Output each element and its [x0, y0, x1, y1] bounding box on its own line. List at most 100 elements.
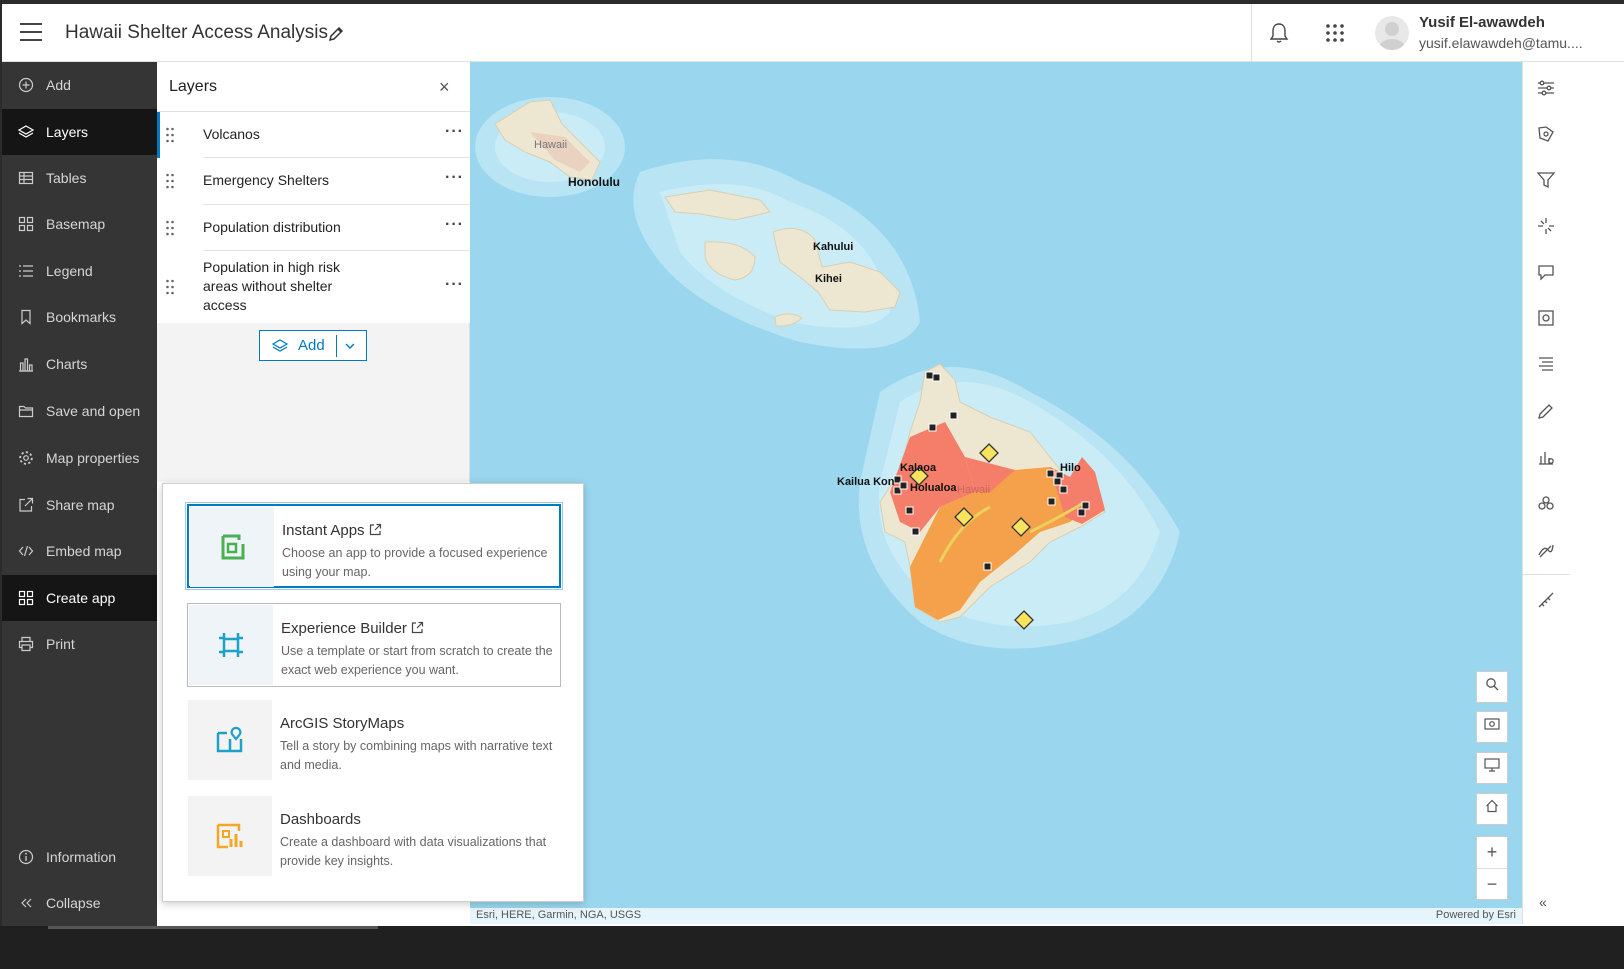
more-options-icon[interactable]: ···	[445, 123, 464, 141]
map-view[interactable]: Hawaii Honolulu Kahului Kihei Hilo Kailu…	[470, 62, 1522, 924]
sidebar-item-tables[interactable]: Tables	[2, 155, 157, 201]
print-icon	[18, 636, 34, 652]
drag-handle-icon[interactable]	[165, 127, 175, 143]
map-search-button[interactable]	[1476, 671, 1508, 703]
sidebar-item-label: Map properties	[46, 450, 140, 466]
user-avatar[interactable]	[1375, 16, 1409, 50]
layer-item-population-high-risk[interactable]: Population in high risk areas without sh…	[157, 251, 470, 323]
zoom-in-button[interactable]: +	[1477, 837, 1507, 868]
sidebar-item-add[interactable]: Add	[2, 62, 157, 108]
more-options-icon[interactable]: ···	[445, 169, 464, 187]
styles-icon[interactable]	[1536, 124, 1556, 144]
sidebar-item-label: Basemap	[46, 216, 106, 232]
card-title-text: Instant Apps	[282, 522, 365, 539]
card-title: ArcGIS StoryMaps	[280, 715, 405, 732]
layers-panel: Layers × Volcanos ··· Emergency Shelters…	[157, 62, 470, 482]
layer-name: Population in high risk areas without sh…	[203, 259, 340, 313]
sidebar-item-label: Information	[46, 849, 117, 865]
layer-name: Population distribution	[203, 219, 341, 235]
plus-circle-icon	[18, 77, 34, 93]
sidebar-item-create-app[interactable]: Create app	[2, 575, 157, 621]
map-label-hawaii-oahu: Hawaii	[534, 139, 567, 151]
sidebar: Add Layers Tables Basemap Legend Bookmar…	[2, 62, 157, 959]
app-header: Hawaii Shelter Access Analysis Yusif El-…	[2, 4, 1624, 62]
analysis-chart-icon[interactable]	[1536, 447, 1556, 467]
map-attribution: Esri, HERE, Garmin, NGA, USGS Powered by…	[470, 908, 1522, 924]
measure-icon[interactable]	[1536, 590, 1556, 610]
card-arcgis-storymaps[interactable]: ArcGIS StoryMaps Tell a story by combini…	[187, 699, 561, 783]
map-label-kalaoa: Kalaoa	[900, 462, 937, 474]
sidebar-collapse[interactable]: Collapse	[2, 880, 157, 926]
expand-toolbar-icon[interactable]: «	[1539, 894, 1547, 910]
sidebar-item-label: Embed map	[46, 543, 122, 559]
double-chevron-left-icon	[21, 898, 32, 908]
layer-item-population-distribution[interactable]: Population distribution ···	[157, 205, 470, 251]
table-icon	[18, 171, 34, 185]
sidebar-item-label: Tables	[46, 170, 87, 186]
layer-name: Emergency Shelters	[203, 172, 330, 188]
cluster-icon[interactable]	[1536, 494, 1556, 514]
code-icon	[18, 545, 34, 557]
map-print-preview-button[interactable]	[1476, 711, 1508, 743]
sidebar-item-label: Print	[46, 636, 75, 652]
effects-icon[interactable]	[1536, 216, 1556, 236]
labels-icon[interactable]	[1536, 354, 1556, 374]
sidebar-item-save-and-open[interactable]: Save and open	[2, 388, 157, 434]
map-home-button[interactable]	[1476, 793, 1508, 825]
layer-item-volcanos[interactable]: Volcanos ···	[157, 112, 470, 158]
sidebar-item-label: Share map	[46, 497, 115, 513]
sketch-icon[interactable]	[1536, 540, 1556, 560]
card-instant-apps[interactable]: Instant Apps Choose an app to provide a …	[185, 502, 563, 590]
map-label-kahului: Kahului	[813, 241, 853, 253]
taskbar-highlight	[48, 926, 378, 929]
layers-icon	[18, 125, 34, 138]
notification-bell-icon[interactable]	[1269, 22, 1289, 44]
close-icon[interactable]: ×	[439, 77, 450, 98]
map-title: Hawaii Shelter Access Analysis	[65, 22, 328, 43]
card-title: Experience Builder	[281, 620, 424, 637]
layers-panel-title: Layers	[169, 78, 218, 95]
sidebar-item-legend[interactable]: Legend	[2, 248, 157, 294]
drag-handle-icon[interactable]	[165, 220, 175, 236]
more-options-icon[interactable]: ···	[445, 216, 464, 234]
os-taskbar	[0, 926, 1624, 969]
sidebar-item-charts[interactable]: Charts	[2, 341, 157, 387]
menu-icon[interactable]	[20, 23, 42, 41]
sidebar-item-basemap[interactable]: Basemap	[2, 201, 157, 247]
map-fullscreen-button[interactable]	[1476, 752, 1508, 784]
info-icon	[18, 849, 34, 865]
sidebar-item-print[interactable]: Print	[2, 621, 157, 667]
add-layer-button[interactable]: Add	[259, 330, 367, 361]
sidebar-item-share-map[interactable]: Share map	[2, 482, 157, 528]
edit-icon[interactable]	[1536, 401, 1556, 421]
edit-title-icon[interactable]	[328, 26, 344, 42]
popups-icon[interactable]	[1536, 262, 1556, 282]
sidebar-item-layers[interactable]: Layers	[2, 109, 157, 155]
powered-by-esri[interactable]: Powered by Esri	[1436, 909, 1516, 921]
card-experience-builder[interactable]: Experience Builder Use a template or sta…	[187, 603, 561, 687]
zoom-out-button[interactable]: −	[1477, 869, 1507, 900]
sidebar-item-embed-map[interactable]: Embed map	[2, 528, 157, 574]
add-button-label: Add	[298, 337, 325, 354]
properties-icon[interactable]	[1536, 78, 1556, 98]
card-dashboards[interactable]: Dashboards Create a dashboard with data …	[187, 795, 561, 879]
sidebar-item-map-properties[interactable]: Map properties	[2, 435, 157, 481]
sidebar-item-label: Add	[46, 77, 71, 93]
sidebar-item-label: Layers	[46, 124, 89, 140]
attribution-sources[interactable]: Esri, HERE, Garmin, NGA, USGS	[476, 909, 641, 921]
divider	[1523, 574, 1570, 575]
drag-handle-icon[interactable]	[165, 279, 175, 295]
more-options-icon[interactable]: ···	[445, 276, 464, 294]
chevron-down-icon[interactable]	[345, 342, 355, 350]
storymaps-icon	[216, 726, 243, 753]
sidebar-item-bookmarks[interactable]: Bookmarks	[2, 294, 157, 340]
sidebar-item-information[interactable]: Information	[2, 834, 157, 880]
user-name[interactable]: Yusif El-awawdeh	[1419, 14, 1545, 31]
gear-icon	[19, 451, 33, 465]
fields-icon[interactable]	[1536, 308, 1556, 328]
drag-handle-icon[interactable]	[165, 173, 175, 189]
layer-item-emergency-shelters[interactable]: Emergency Shelters ···	[157, 158, 470, 205]
filter-icon[interactable]	[1536, 170, 1556, 190]
chart-icon	[19, 358, 33, 372]
app-launcher-icon[interactable]	[1325, 23, 1345, 43]
